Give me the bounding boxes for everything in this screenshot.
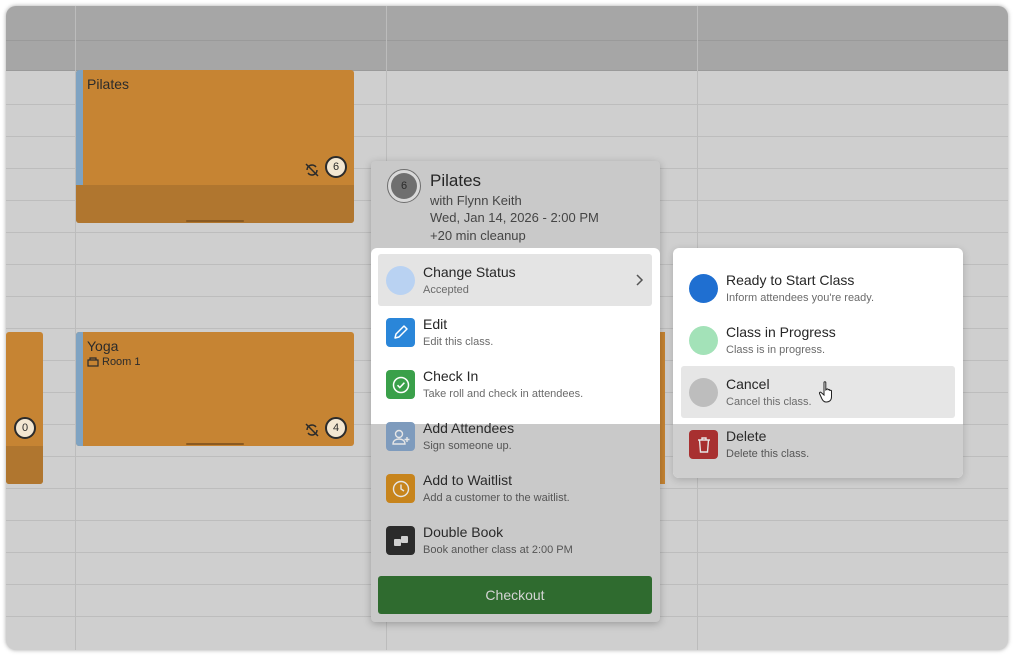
event-card-lower xyxy=(76,185,354,223)
menu-item-subtitle: Accepted xyxy=(423,284,469,296)
event-stripe xyxy=(76,332,83,446)
attendee-count-badge: 6 xyxy=(387,169,421,203)
hand-cursor-icon xyxy=(818,381,832,403)
status-option-label: Delete xyxy=(726,428,767,444)
in-progress-status-dot xyxy=(689,326,718,355)
popover-datetime: Wed, Jan 14, 2026 - 2:00 PM xyxy=(430,210,599,225)
menu-item-label: Change Status xyxy=(423,264,516,280)
event-title: Pilates xyxy=(87,76,130,92)
status-option-delete[interactable]: Delete Delete this class. xyxy=(681,418,955,470)
status-option-subtitle: Inform attendees you're ready. xyxy=(726,292,875,304)
popover-instructor: with Flynn Keith xyxy=(430,193,522,208)
menu-item-label: Add to Waitlist xyxy=(423,472,512,488)
popover-title: Pilates xyxy=(430,171,482,190)
event-card-yoga[interactable]: Yoga Room 1 4 xyxy=(76,332,354,446)
menu-item-add-attendees[interactable]: Add Attendees Sign someone up. xyxy=(378,410,652,462)
menu-item-label: Double Book xyxy=(423,524,504,540)
calendar-header-band xyxy=(6,6,1008,71)
trash-icon xyxy=(689,430,718,459)
resize-handle[interactable] xyxy=(186,220,244,222)
repeat-off-icon xyxy=(305,163,319,177)
menu-item-add-to-waitlist[interactable]: Add to Waitlist Add a customer to the wa… xyxy=(378,462,652,514)
repeat-off-icon xyxy=(305,423,319,437)
menu-item-edit[interactable]: Edit Edit this class. xyxy=(378,306,652,358)
status-option-in-progress[interactable]: Class in Progress Class is in progress. xyxy=(681,314,955,366)
clock-icon xyxy=(386,474,415,503)
status-option-label: Cancel xyxy=(726,376,770,392)
menu-item-subtitle: Edit this class. xyxy=(423,336,494,348)
menu-item-label: Check In xyxy=(423,368,479,384)
resize-handle[interactable] xyxy=(186,443,244,445)
capacity-indicator: 6 xyxy=(325,156,347,178)
event-card-pilates[interactable]: Pilates 6 xyxy=(76,70,354,223)
ready-status-dot xyxy=(689,274,718,303)
cancel-status-dot xyxy=(689,378,718,407)
pencil-icon xyxy=(386,318,415,347)
capacity-indicator: 4 xyxy=(325,417,347,439)
menu-item-subtitle: Book another class at 2:00 PM xyxy=(423,544,573,556)
menu-item-subtitle: Sign someone up. xyxy=(423,440,512,452)
capacity-indicator: 0 xyxy=(14,417,36,439)
double-book-icon xyxy=(386,526,415,555)
event-room-label: Room 1 xyxy=(102,356,141,368)
event-card-lower xyxy=(6,446,43,484)
checkout-button[interactable]: Checkout xyxy=(378,576,652,614)
status-option-subtitle: Class is in progress. xyxy=(726,344,826,356)
event-room: Room 1 xyxy=(87,356,141,368)
check-circle-icon xyxy=(386,370,415,399)
menu-item-change-status[interactable]: Change Status Accepted xyxy=(378,254,652,306)
status-option-ready[interactable]: Ready to Start Class Inform attendees yo… xyxy=(681,262,955,314)
menu-item-label: Edit xyxy=(423,316,448,332)
menu-item-label: Add Attendees xyxy=(423,420,515,436)
event-card-sliver xyxy=(660,332,665,484)
status-option-label: Class in Progress xyxy=(726,324,836,340)
event-card-partial[interactable]: 0 xyxy=(6,332,43,484)
status-option-subtitle: Cancel this class. xyxy=(726,396,812,408)
event-title: Yoga xyxy=(87,338,119,354)
status-dot xyxy=(386,266,415,295)
status-option-subtitle: Delete this class. xyxy=(726,448,810,460)
popover-cleanup: +20 min cleanup xyxy=(430,228,526,243)
status-option-label: Ready to Start Class xyxy=(726,272,855,288)
room-icon xyxy=(87,357,99,367)
menu-item-check-in[interactable]: Check In Take roll and check in attendee… xyxy=(378,358,652,410)
menu-item-subtitle: Add a customer to the waitlist. xyxy=(423,492,570,504)
attendee-count: 6 xyxy=(391,173,417,199)
menu-item-double-book[interactable]: Double Book Book another class at 2:00 P… xyxy=(378,514,652,566)
menu-item-subtitle: Take roll and check in attendees. xyxy=(423,388,584,400)
add-user-icon xyxy=(386,422,415,451)
chevron-right-icon xyxy=(636,274,644,286)
